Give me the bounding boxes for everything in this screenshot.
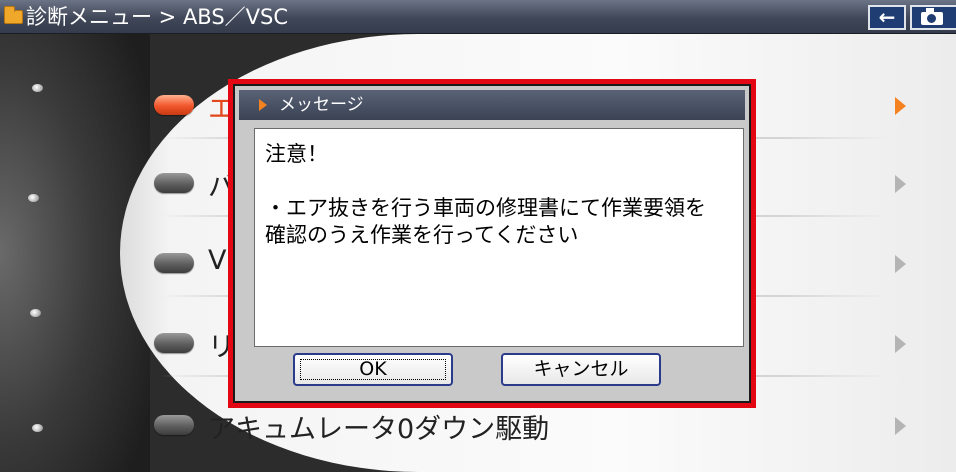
chevron-right-icon xyxy=(895,97,906,115)
indicator-icon xyxy=(154,333,194,353)
message-line: 確認のうえ作業を行ってください xyxy=(265,223,579,247)
screenshot-button[interactable] xyxy=(910,5,956,30)
wheel-bolt-icon xyxy=(28,194,39,202)
message-dialog: メッセージ 注意！ ・エア抜きを行う車両の修理書にて作業要領を 確認のうえ作業を… xyxy=(233,84,751,403)
indicator-icon xyxy=(154,173,194,193)
menu-item-label: アキュムレータ0ダウン駆動 xyxy=(208,414,550,445)
message-line: 注意！ xyxy=(265,142,328,166)
chevron-right-icon xyxy=(895,255,906,273)
back-arrow-icon: ← xyxy=(878,5,896,29)
cancel-button[interactable]: キャンセル xyxy=(501,353,661,386)
dialog-message: 注意！ ・エア抜きを行う車両の修理書にて作業要領を 確認のうえ作業を行ってくださ… xyxy=(254,128,744,347)
wheel-bolt-icon xyxy=(30,309,41,317)
chevron-right-icon xyxy=(895,175,906,193)
folder-icon xyxy=(4,6,23,24)
indicator-icon xyxy=(154,415,194,435)
breadcrumb: 診断メニュー > ABS／VSC xyxy=(26,5,289,29)
chevron-right-icon xyxy=(895,335,906,353)
ok-button[interactable]: OK xyxy=(293,353,453,386)
message-line xyxy=(265,168,733,195)
back-button[interactable]: ← xyxy=(868,5,906,30)
dialog-title-bar: メッセージ xyxy=(239,90,745,120)
camera-icon xyxy=(921,8,943,25)
title-bar: 診断メニュー > ABS／VSC ← xyxy=(0,0,956,34)
indicator-icon xyxy=(154,253,194,273)
wheel-bolt-icon xyxy=(32,84,43,92)
wheel-bolt-icon xyxy=(32,424,43,432)
chevron-right-icon xyxy=(895,417,906,435)
menu-item-label: V xyxy=(208,245,227,276)
focus-ring xyxy=(300,359,446,380)
dialog-title: メッセージ xyxy=(279,95,364,115)
triangle-right-icon xyxy=(259,99,267,111)
active-indicator-icon xyxy=(154,95,194,115)
cancel-button-label: キャンセル xyxy=(533,358,629,380)
message-line: ・エア抜きを行う車両の修理書にて作業要領を xyxy=(265,196,706,220)
